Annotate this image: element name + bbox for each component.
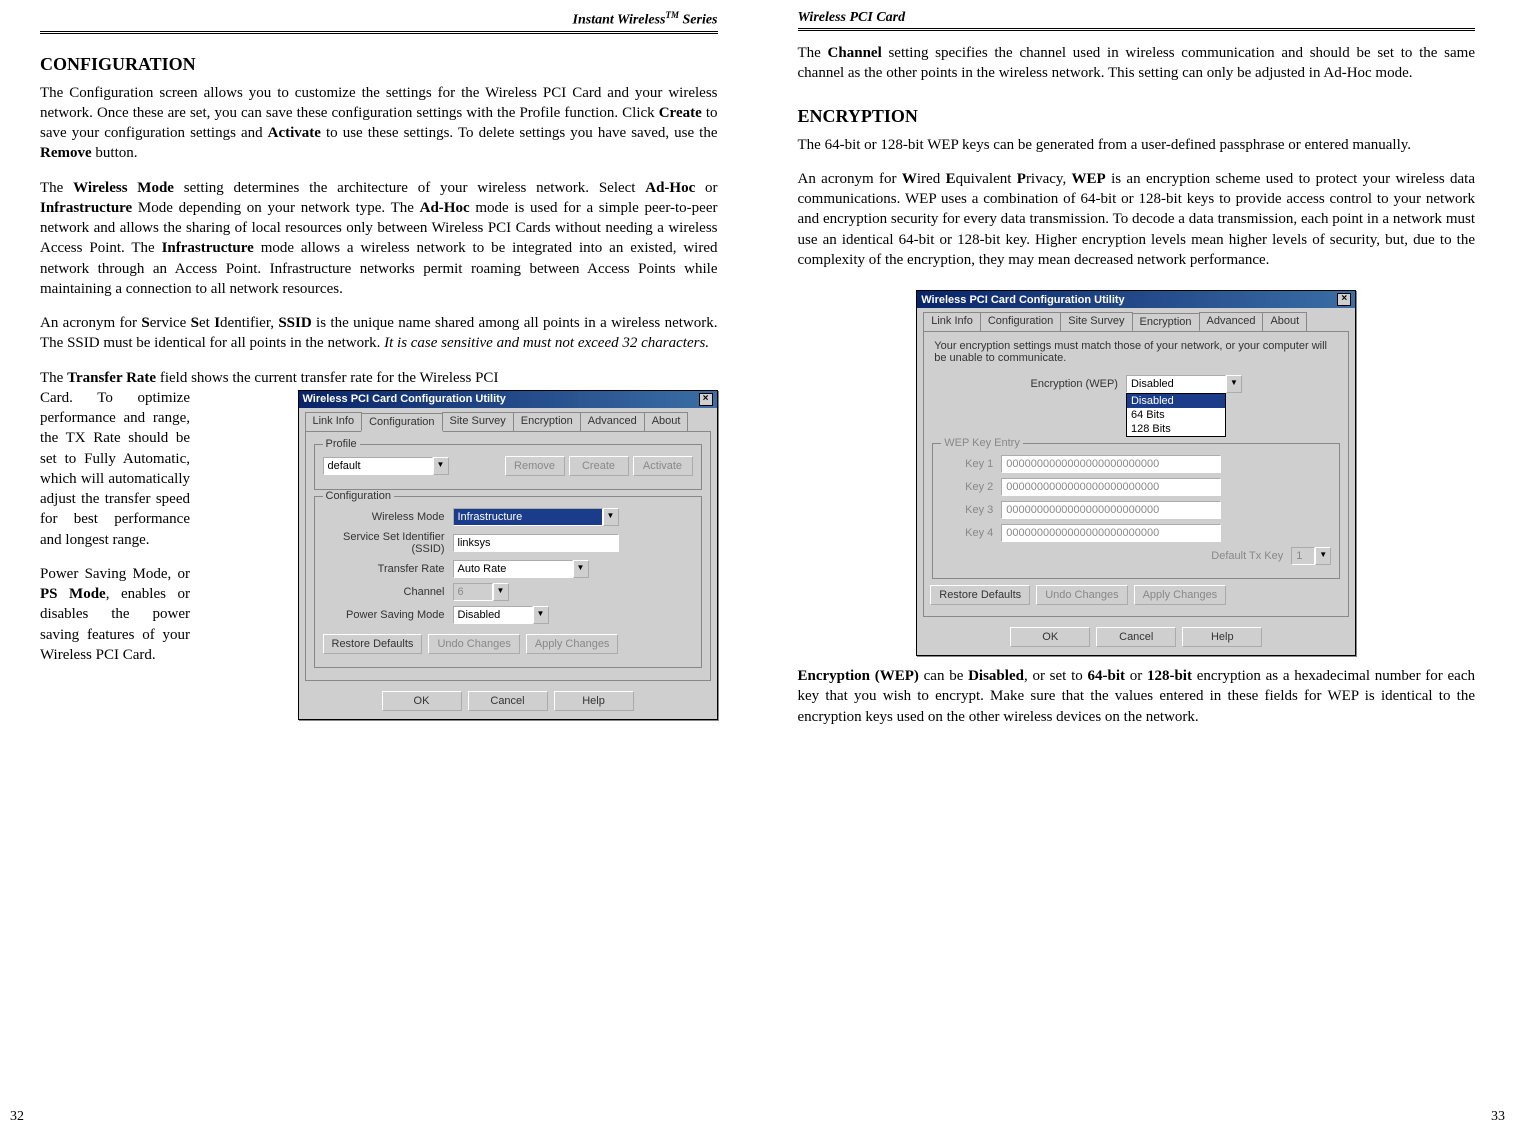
section-title-encryption: ENCRYPTION (798, 106, 1476, 127)
cancel-button[interactable]: Cancel (468, 691, 548, 711)
body-paragraph: The Transfer Rate field shows the curren… (40, 368, 718, 388)
tab-bar: Link Info Configuration Site Survey Encr… (917, 308, 1355, 331)
tab-encryption[interactable]: Encryption (513, 412, 581, 431)
dropdown-option[interactable]: 64 Bits (1127, 408, 1225, 422)
undo-changes-button[interactable]: Undo Changes (1036, 585, 1127, 605)
label-transfer-rate: Transfer Rate (323, 563, 453, 575)
apply-changes-button[interactable]: Apply Changes (526, 634, 619, 654)
page-number: 33 (1491, 1109, 1505, 1125)
tab-configuration[interactable]: Configuration (361, 413, 442, 432)
body-paragraph: Encryption (WEP) can be Disabled, or set… (798, 666, 1476, 727)
close-icon[interactable]: × (699, 393, 713, 406)
body-paragraph: The Configuration screen allows you to c… (40, 83, 718, 164)
body-paragraph: An acronym for Service Set Identifier, S… (40, 313, 718, 354)
configuration-group: Configuration Wireless Mode Infrastructu… (314, 496, 702, 668)
encryption-dropdown-list[interactable]: Disabled 64 Bits 128 Bits (1126, 393, 1226, 437)
label-ps-mode: Power Saving Mode (323, 609, 453, 621)
tab-advanced[interactable]: Advanced (1199, 312, 1264, 331)
default-tx-key-select[interactable]: 1▼ (1291, 547, 1331, 565)
transfer-rate-select[interactable]: Auto Rate▼ (453, 560, 589, 578)
chevron-down-icon[interactable]: ▼ (573, 560, 589, 578)
chevron-down-icon[interactable]: ▼ (433, 457, 449, 475)
label-key1: Key 1 (941, 458, 1001, 470)
tab-encryption[interactable]: Encryption (1132, 313, 1200, 332)
page-header-right: Wireless PCI Card (798, 10, 1476, 31)
header-suffix: Series (679, 13, 718, 28)
tab-configuration[interactable]: Configuration (980, 312, 1061, 331)
dialog-title: Wireless PCI Card Configuration Utility (303, 393, 506, 405)
section-title-configuration: CONFIGURATION (40, 54, 718, 75)
label-encryption: Encryption (WEP) (1031, 378, 1126, 390)
group-label: WEP Key Entry (941, 437, 1023, 449)
group-label: Configuration (323, 490, 394, 502)
remove-button[interactable]: Remove (505, 456, 565, 476)
key2-input[interactable]: 0000000000000000000000000 (1001, 478, 1221, 496)
label-key2: Key 2 (941, 481, 1001, 493)
chevron-down-icon[interactable]: ▼ (603, 508, 619, 526)
label-key4: Key 4 (941, 527, 1001, 539)
restore-defaults-button[interactable]: Restore Defaults (930, 585, 1030, 605)
dropdown-option[interactable]: 128 Bits (1127, 422, 1225, 436)
undo-changes-button[interactable]: Undo Changes (428, 634, 519, 654)
ssid-input[interactable]: linksys (453, 534, 619, 552)
page-header-left: Instant WirelessTM Series (40, 10, 718, 34)
tab-bar: Link Info Configuration Site Survey Encr… (299, 408, 717, 431)
cancel-button[interactable]: Cancel (1096, 627, 1176, 647)
restore-defaults-button[interactable]: Restore Defaults (323, 634, 423, 654)
dialog-subtext: Your encryption settings must match thos… (930, 338, 1342, 370)
activate-button[interactable]: Activate (633, 456, 693, 476)
ps-mode-select[interactable]: Disabled▼ (453, 606, 549, 624)
tab-link-info[interactable]: Link Info (305, 412, 363, 431)
create-button[interactable]: Create (569, 456, 629, 476)
dropdown-option[interactable]: Disabled (1127, 394, 1225, 408)
body-paragraph: An acronym for Wired Equivalent Privacy,… (798, 169, 1476, 270)
tab-advanced[interactable]: Advanced (580, 412, 645, 431)
tab-about[interactable]: About (644, 412, 689, 431)
tab-link-info[interactable]: Link Info (923, 312, 981, 331)
chevron-down-icon[interactable]: ▼ (533, 606, 549, 624)
header-text: Instant Wireless (573, 13, 666, 28)
encryption-dialog: Wireless PCI Card Configuration Utility … (916, 290, 1356, 656)
label-ssid: Service Set Identifier (SSID) (323, 531, 453, 555)
label-key3: Key 3 (941, 504, 1001, 516)
label-wireless-mode: Wireless Mode (323, 511, 453, 523)
body-paragraph: The Wireless Mode setting determines the… (40, 178, 718, 300)
config-dialog: Wireless PCI Card Configuration Utility … (298, 390, 718, 720)
trademark: TM (666, 10, 680, 20)
ok-button[interactable]: OK (1010, 627, 1090, 647)
label-default-tx-key: Default Tx Key (1211, 550, 1291, 562)
help-button[interactable]: Help (554, 691, 634, 711)
group-label: Profile (323, 438, 360, 450)
ok-button[interactable]: OK (382, 691, 462, 711)
chevron-down-icon[interactable]: ▼ (1315, 547, 1331, 565)
body-paragraph: The 64-bit or 128-bit WEP keys can be ge… (798, 135, 1476, 155)
dialog-title: Wireless PCI Card Configuration Utility (921, 294, 1124, 306)
body-paragraph: Power Saving Mode, or PS Mode, enables o… (40, 564, 190, 665)
apply-changes-button[interactable]: Apply Changes (1134, 585, 1227, 605)
tab-about[interactable]: About (1262, 312, 1307, 331)
key3-input[interactable]: 0000000000000000000000000 (1001, 501, 1221, 519)
key1-input[interactable]: 0000000000000000000000000 (1001, 455, 1221, 473)
label-channel: Channel (323, 586, 453, 598)
wep-key-group: WEP Key Entry Key 1000000000000000000000… (932, 443, 1340, 579)
chevron-down-icon[interactable]: ▼ (493, 583, 509, 601)
channel-select[interactable]: 6▼ (453, 583, 509, 601)
page-number: 32 (10, 1109, 24, 1125)
dialog-titlebar[interactable]: Wireless PCI Card Configuration Utility … (917, 291, 1355, 308)
dialog-titlebar[interactable]: Wireless PCI Card Configuration Utility … (299, 391, 717, 408)
help-button[interactable]: Help (1182, 627, 1262, 647)
profile-group: Profile default ▼ Remove Create Activa (314, 444, 702, 490)
wireless-mode-select[interactable]: Infrastructure▼ (453, 508, 619, 526)
chevron-down-icon[interactable]: ▼ (1226, 375, 1242, 393)
close-icon[interactable]: × (1337, 293, 1351, 306)
header-text: Wireless PCI Card (798, 10, 906, 26)
body-paragraph: Card. To optimize performance and range,… (40, 388, 190, 550)
profile-select[interactable]: default ▼ (323, 457, 449, 475)
tab-site-survey[interactable]: Site Survey (1060, 312, 1132, 331)
body-paragraph: The Channel setting specifies the channe… (798, 43, 1476, 84)
key4-input[interactable]: 0000000000000000000000000 (1001, 524, 1221, 542)
tab-site-survey[interactable]: Site Survey (442, 412, 514, 431)
encryption-select[interactable]: Disabled ▼ Disabled 64 Bits 128 Bits (1126, 375, 1242, 393)
